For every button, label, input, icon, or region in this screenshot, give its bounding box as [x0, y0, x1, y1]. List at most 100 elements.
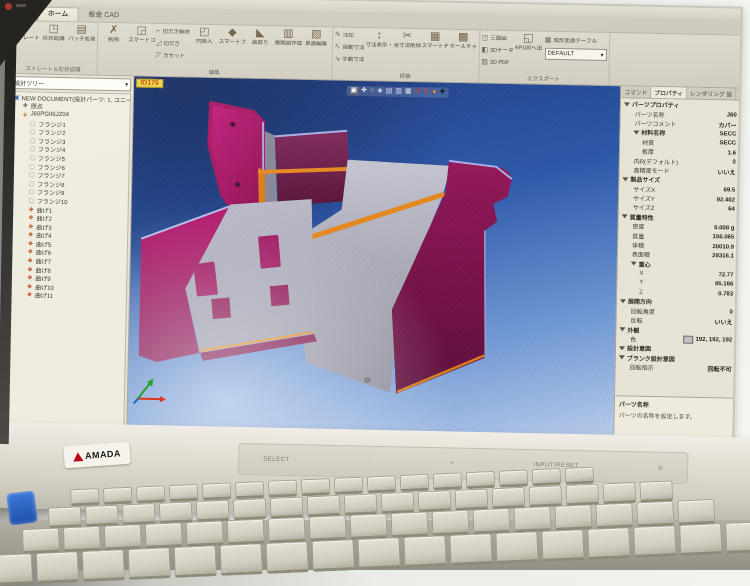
tree-item[interactable]: ❖ 曲げ11 [10, 291, 126, 302]
ribbon-tab[interactable]: 板金 CAD [79, 8, 128, 22]
view-toolbar-icon[interactable]: ◈ [377, 87, 383, 95]
keyboard-key[interactable] [554, 504, 592, 531]
keyboard-key[interactable] [220, 543, 263, 576]
keyboard-key[interactable] [311, 539, 354, 572]
keyboard-key[interactable] [433, 472, 463, 490]
view-toolbar-icon[interactable]: ▦ [405, 88, 412, 96]
ribbon-button-small[interactable]: ↘ 手動寸法 [334, 54, 364, 66]
keyboard-key[interactable] [367, 475, 397, 493]
keyboard-key[interactable] [136, 485, 166, 503]
keyboard-key[interactable] [492, 487, 526, 509]
keyboard-key[interactable] [513, 506, 551, 533]
keyboard-key[interactable] [350, 513, 388, 540]
panel-tab[interactable]: コマンド [621, 86, 651, 98]
keyboard-key[interactable] [400, 474, 430, 492]
keyboard-key[interactable] [301, 478, 331, 496]
keyboard-key[interactable] [307, 495, 341, 517]
keyboard-key[interactable] [403, 535, 446, 568]
keyboard-key[interactable] [587, 527, 630, 560]
keyboard-key[interactable] [391, 511, 429, 538]
keyboard-key[interactable] [268, 480, 298, 498]
ribbon-button-small[interactable]: ◫ 三面図 [482, 32, 514, 44]
panel-tab[interactable]: プロパティ [651, 87, 687, 99]
keyboard-key[interactable] [309, 515, 347, 542]
ribbon-button[interactable]: ◳ 形状認識 [40, 23, 68, 64]
keyboard-key[interactable] [449, 533, 492, 566]
keyboard-key[interactable] [235, 481, 265, 499]
keyboard-key[interactable] [431, 510, 469, 537]
forming-table-dropdown[interactable]: DEFAULT ▾ [544, 48, 606, 61]
keyboard-key[interactable] [85, 505, 119, 527]
keyboard-key[interactable] [202, 482, 232, 500]
ribbon-button-small[interactable]: ⌐ 切欠き解除 [156, 26, 190, 38]
keyboard-key[interactable] [266, 541, 309, 574]
keyboard-key[interactable] [159, 501, 193, 523]
keyboard-key[interactable] [186, 520, 224, 547]
keyboard-key[interactable] [357, 537, 400, 570]
keyboard-key[interactable] [595, 502, 633, 529]
keyboard-key[interactable] [381, 492, 415, 514]
keyboard-key[interactable] [633, 525, 676, 558]
tree-mode-combo[interactable]: 設計ツリー ▾ [11, 76, 131, 91]
keyboard-key[interactable] [564, 467, 594, 485]
ribbon-button-small[interactable]: ✎ 注記 [335, 30, 365, 42]
keyboard-key[interactable] [677, 499, 715, 526]
property-row[interactable]: 回転指示 回転不可 [616, 362, 734, 374]
forming-table-button[interactable]: ▦ 成形変換テーブル [545, 35, 597, 47]
keyboard-key[interactable] [344, 493, 378, 515]
keyboard-key[interactable] [70, 488, 100, 506]
keyboard-key[interactable] [63, 526, 101, 553]
keyboard-key[interactable] [565, 484, 599, 506]
view-toolbar-icon[interactable]: ✚ [361, 87, 367, 95]
view-toolbar-icon[interactable]: ▥ [395, 88, 402, 96]
keyboard-key[interactable] [196, 500, 230, 522]
keyboard-key[interactable] [233, 498, 267, 520]
ribbon-button-small[interactable]: ↖ 自動寸法 [335, 42, 365, 54]
ribbon-button[interactable]: ◆ スマートフェイス [218, 26, 246, 67]
ribbon-button[interactable]: ◰ 内挿入 [190, 26, 218, 67]
keyboard-key[interactable] [82, 549, 125, 582]
ribbon-button[interactable]: ▤ バッチ処理 [68, 23, 96, 64]
ribbon-button[interactable]: ◲ スマートコーナー [128, 24, 156, 65]
keyboard-key[interactable] [679, 523, 722, 556]
view-toolbar-icon[interactable]: ✚ [439, 89, 445, 97]
keyboard-key[interactable] [472, 508, 510, 535]
keyboard-key[interactable] [122, 503, 156, 525]
ribbon-button[interactable]: ▧ 単面編集 [302, 28, 330, 69]
view-toolbar-icon[interactable]: ▣ [349, 87, 358, 95]
ribbon-button[interactable]: ▦ スマートチェック [421, 30, 449, 71]
ribbon-button-small[interactable]: ▨ 3D PDF [481, 56, 513, 68]
ribbon-button[interactable]: ▩ ホールチャート [449, 31, 477, 72]
keyboard-key[interactable] [636, 501, 674, 528]
keyboard-key[interactable] [466, 471, 496, 489]
view-toolbar-icon[interactable]: ○ [370, 87, 374, 95]
ribbon-button[interactable]: ▥ 展開図作成 [274, 27, 302, 68]
keyboard-key[interactable] [0, 553, 33, 586]
keyboard-key[interactable] [48, 506, 82, 528]
view-toolbar-icon[interactable]: ↺ [414, 88, 420, 96]
view-toolbar-icon[interactable]: ● [432, 88, 436, 96]
keyboard-key[interactable] [22, 528, 60, 555]
keyboard-key[interactable] [532, 468, 562, 486]
ribbon-button[interactable]: ✗ 削除 [100, 24, 128, 65]
keyboard-key[interactable] [104, 524, 142, 551]
keyboard-key[interactable] [495, 531, 538, 564]
keyboard-key[interactable] [268, 517, 306, 544]
keyboard-key[interactable] [145, 522, 183, 549]
keyboard-key[interactable] [334, 477, 364, 495]
ribbon-button[interactable]: ◣ 面取り [246, 27, 274, 68]
ribbon-button-small[interactable]: ◿ 切欠き [156, 38, 190, 50]
viewport-3d[interactable]: ID176 ▣✚○◈▤▥▦↺↻●✚ [127, 76, 620, 442]
keyboard-key[interactable] [418, 490, 452, 512]
keyboard-key[interactable] [169, 484, 199, 502]
keyboard-key[interactable] [528, 485, 562, 507]
view-toolbar-icon[interactable]: ▤ [386, 88, 393, 96]
keyboard-key[interactable] [103, 487, 133, 505]
keyboard-key[interactable] [499, 469, 529, 487]
ribbon-button-small[interactable]: ◧ 3Dデータ [481, 44, 513, 56]
keyboard-key[interactable] [725, 521, 750, 554]
keyboard-key[interactable] [128, 547, 171, 580]
ribbon-button[interactable]: ✂ 全寸法削除 [393, 30, 421, 71]
keyboard-key[interactable] [455, 488, 489, 510]
view-toolbar-icon[interactable]: ↻ [423, 88, 429, 96]
